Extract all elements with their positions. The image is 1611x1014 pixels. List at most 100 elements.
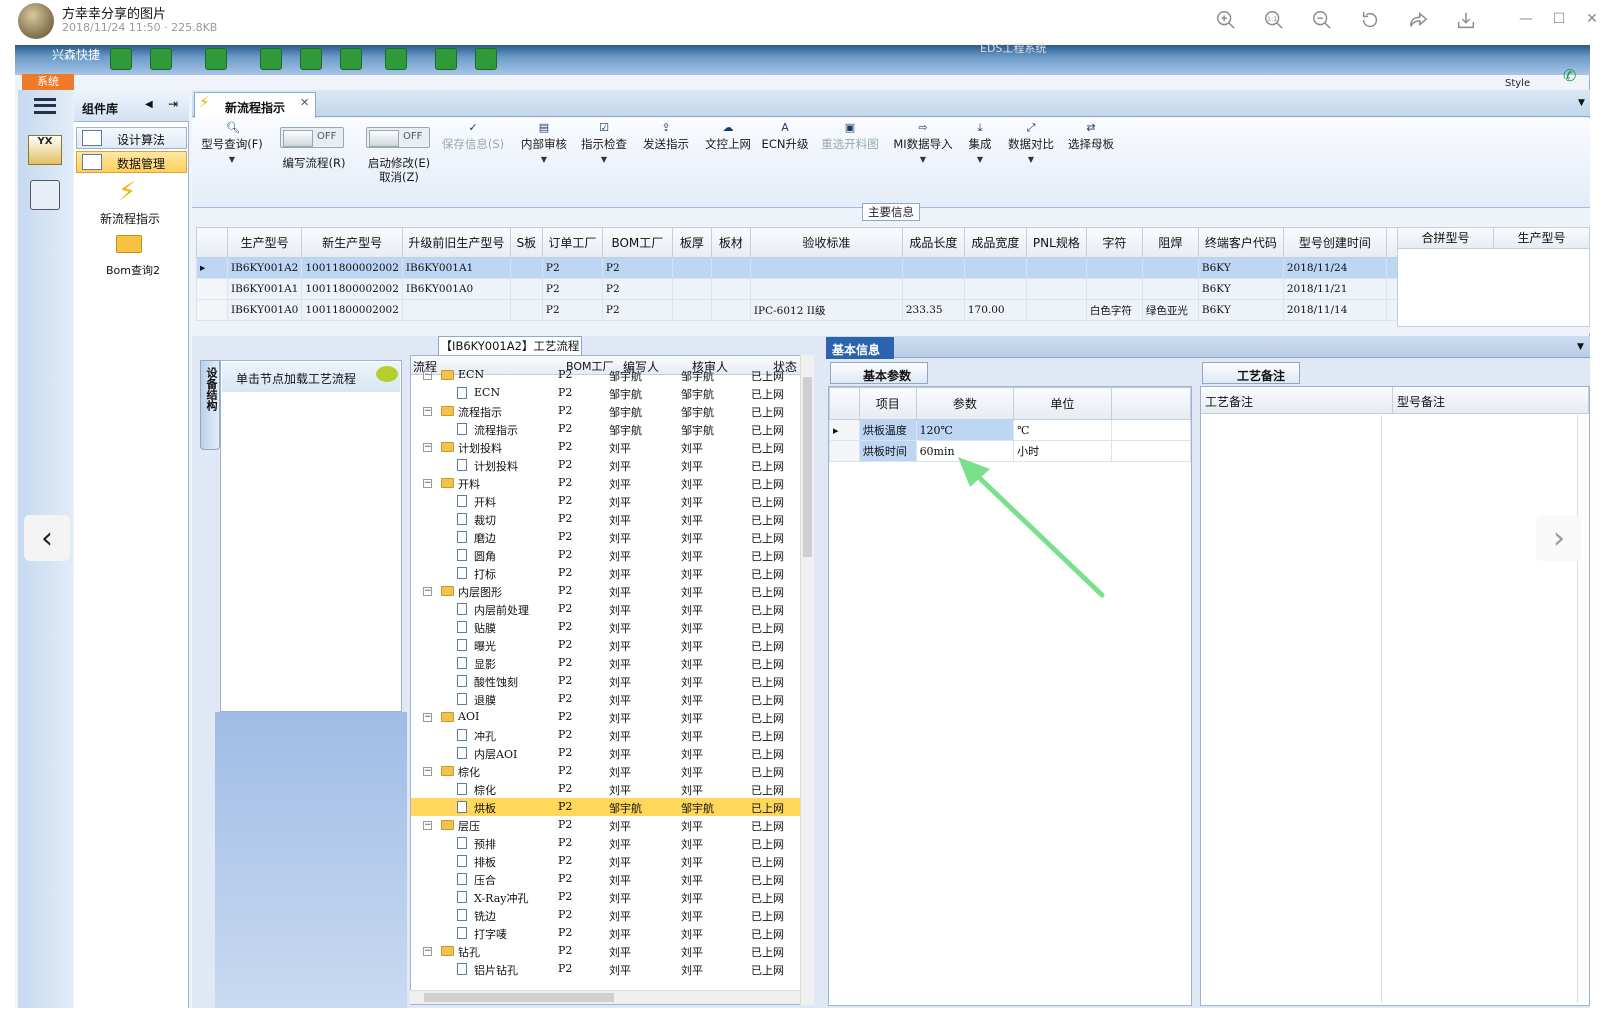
tree-row[interactable]: 铣边 P2 刘平 刘平 已上网	[411, 906, 806, 924]
collapse-toggle-icon[interactable]: −	[423, 371, 432, 380]
tree-row[interactable]: − 计划投料 P2 刘平 刘平 已上网	[411, 438, 806, 456]
column-header[interactable]: 升级前旧生产型号	[401, 227, 511, 258]
table-cell[interactable]	[1141, 278, 1199, 300]
ribbon-start-modify[interactable]: 启动修改(E) 取消(Z)	[356, 156, 442, 184]
tree-row[interactable]: X-Ray冲孔 P2 刘平 刘平 已上网	[411, 888, 806, 906]
tree-row[interactable]: 排板 P2 刘平 刘平 已上网	[411, 852, 806, 870]
ribbon-doc-publish[interactable]: ☁ 文控上网	[700, 122, 756, 151]
table-cell[interactable]	[901, 278, 965, 300]
table-cell[interactable]: 2018/11/14	[1282, 299, 1387, 321]
tree-row[interactable]: 贴膜 P2 刘平 刘平 已上网	[411, 618, 806, 636]
toggle-start-modify[interactable]: OFF	[366, 127, 430, 148]
ribbon-internal-review[interactable]: ▤ 内部审核 ▼	[516, 122, 572, 167]
table-cell[interactable]: IB6KY001A2	[226, 257, 303, 279]
tree-row[interactable]: − ECN P2 邹宇航 邹宇航 已上网	[411, 366, 806, 384]
tree-row[interactable]: − AOI P2 刘平 刘平 已上网	[411, 708, 806, 726]
tree-row[interactable]: 圆角 P2 刘平 刘平 已上网	[411, 546, 806, 564]
tool-bom-query[interactable]: Bom查询2	[106, 262, 160, 278]
zoom-out-icon[interactable]	[1310, 8, 1334, 32]
table-cell[interactable]: 绿色亚光	[1141, 299, 1199, 321]
column-header[interactable]: 单位	[1013, 387, 1112, 420]
tab-basic-info[interactable]: 基本信息	[826, 337, 894, 359]
tree-horizontal-scrollbar[interactable]	[410, 990, 800, 1004]
table-cell[interactable]	[509, 257, 543, 279]
ribbon-model-query[interactable]: 🔍︎ 型号查询(F) ▼	[200, 122, 264, 167]
tree-row[interactable]: 预排 P2 刘平 刘平 已上网	[411, 834, 806, 852]
collapse-toggle-icon[interactable]: −	[423, 587, 432, 596]
table-cell[interactable]: P2	[541, 257, 603, 279]
tree-row[interactable]: 内层前处理 P2 刘平 刘平 已上网	[411, 600, 806, 618]
table-cell[interactable]	[710, 299, 751, 321]
column-header[interactable]: 项目	[858, 387, 917, 420]
table-cell[interactable]	[710, 278, 751, 300]
table-cell[interactable]: IB6KY001A0	[401, 278, 511, 300]
collapse-toggle-icon[interactable]: −	[423, 767, 432, 776]
column-header[interactable]: BOM工厂	[601, 227, 673, 258]
table-cell[interactable]: ℃	[1013, 419, 1112, 441]
table-cell[interactable]	[671, 278, 712, 300]
column-header[interactable]: 工艺备注	[1201, 387, 1393, 414]
column-header[interactable]: 终端客户代码	[1197, 227, 1284, 258]
collapse-toggle-icon[interactable]: −	[423, 821, 432, 830]
column-header[interactable]: 型号创建时间	[1282, 227, 1387, 258]
toggle-write-process[interactable]: OFF	[280, 127, 344, 148]
column-header[interactable]: 成品长度	[901, 227, 965, 258]
menu-icon[interactable]	[34, 98, 56, 114]
table-cell[interactable]	[963, 257, 1027, 279]
table-cell[interactable]: P2	[541, 278, 603, 300]
tab-basic-params[interactable]: 基本参数	[830, 362, 928, 384]
column-header[interactable]: 字符	[1085, 227, 1143, 258]
tool-icon[interactable]	[260, 48, 282, 70]
maximize-icon[interactable]: ☐	[1546, 8, 1572, 30]
tree-row[interactable]: 流程指示 P2 邹宇航 邹宇航 已上网	[411, 420, 806, 438]
table-cell[interactable]: 烘板温度	[858, 419, 917, 441]
table-row[interactable]: ▸ 烘板温度 120℃ ℃	[829, 419, 1192, 441]
scroll-thumb[interactable]	[424, 993, 614, 1002]
calculator-icon[interactable]	[30, 180, 60, 210]
tree-row[interactable]: 退膜 P2 刘平 刘平 已上网	[411, 690, 806, 708]
table-cell[interactable]	[1025, 278, 1087, 300]
grid2-icon[interactable]	[385, 48, 407, 70]
table-cell[interactable]	[901, 257, 965, 279]
table-cell[interactable]	[749, 278, 903, 300]
side-tab[interactable]: 设备结构	[200, 360, 220, 450]
panel-dropdown-icon[interactable]: ▼	[1577, 342, 1584, 352]
tree-row[interactable]: 裁切 P2 刘平 刘平 已上网	[411, 510, 806, 528]
table-cell[interactable]	[671, 257, 712, 279]
tree-row[interactable]: 酸性蚀刻 P2 刘平 刘平 已上网	[411, 672, 806, 690]
prev-image-button[interactable]: ‹	[24, 515, 70, 561]
table-cell[interactable]: 170.00	[963, 299, 1027, 321]
ribbon-select-master[interactable]: ⇄ 选择母板	[1064, 122, 1118, 151]
ribbon-instruction-check[interactable]: ☑ 指示检查 ▼	[578, 122, 630, 167]
table-cell[interactable]: 白色字符	[1085, 299, 1143, 321]
tree-vertical-scrollbar[interactable]	[800, 355, 814, 1005]
tree-row[interactable]: 内层AOI P2 刘平 刘平 已上网	[411, 744, 806, 762]
tree-row[interactable]: 压合 P2 刘平 刘平 已上网	[411, 870, 806, 888]
table-cell[interactable]	[509, 278, 543, 300]
row-header[interactable]	[829, 440, 860, 462]
table-row[interactable]: IB6KY001A0 10011800002002 P2 P2 IPC-6012 II级…	[196, 299, 1431, 321]
table-cell[interactable]	[401, 299, 511, 321]
column-header[interactable]: PNL规格	[1025, 227, 1087, 258]
row-header[interactable]	[196, 299, 228, 321]
grid-icon[interactable]	[205, 48, 227, 70]
column-header[interactable]: 板材	[710, 227, 751, 258]
actual-size-icon[interactable]: 1:1	[1262, 8, 1286, 32]
table-cell[interactable]: 233.35	[901, 299, 965, 321]
table-cell[interactable]	[1085, 278, 1143, 300]
table-cell[interactable]: IB6KY001A1	[226, 278, 303, 300]
user-icon[interactable]	[435, 48, 457, 70]
tab-new-process[interactable]: 新流程指示	[194, 92, 316, 118]
column-header[interactable]: 阻焊	[1141, 227, 1199, 258]
tab-close-icon[interactable]: ✕	[300, 96, 309, 109]
column-header[interactable]: 成品宽度	[963, 227, 1027, 258]
collapse-toggle-icon[interactable]: −	[423, 947, 432, 956]
ribbon-write-process[interactable]: 编写流程(R)	[274, 156, 354, 170]
zoom-in-icon[interactable]	[1214, 8, 1238, 32]
column-header[interactable]: 新生产型号	[301, 227, 403, 258]
row-header[interactable]: ▸	[829, 419, 860, 441]
ribbon-save-info[interactable]: ✓ 保存信息(S)	[438, 122, 508, 151]
table-cell[interactable]: 2018/11/21	[1282, 278, 1387, 300]
style-menu[interactable]: Style	[1505, 78, 1530, 89]
ribbon-send-instruction[interactable]: ⇪ 发送指示	[638, 122, 694, 151]
